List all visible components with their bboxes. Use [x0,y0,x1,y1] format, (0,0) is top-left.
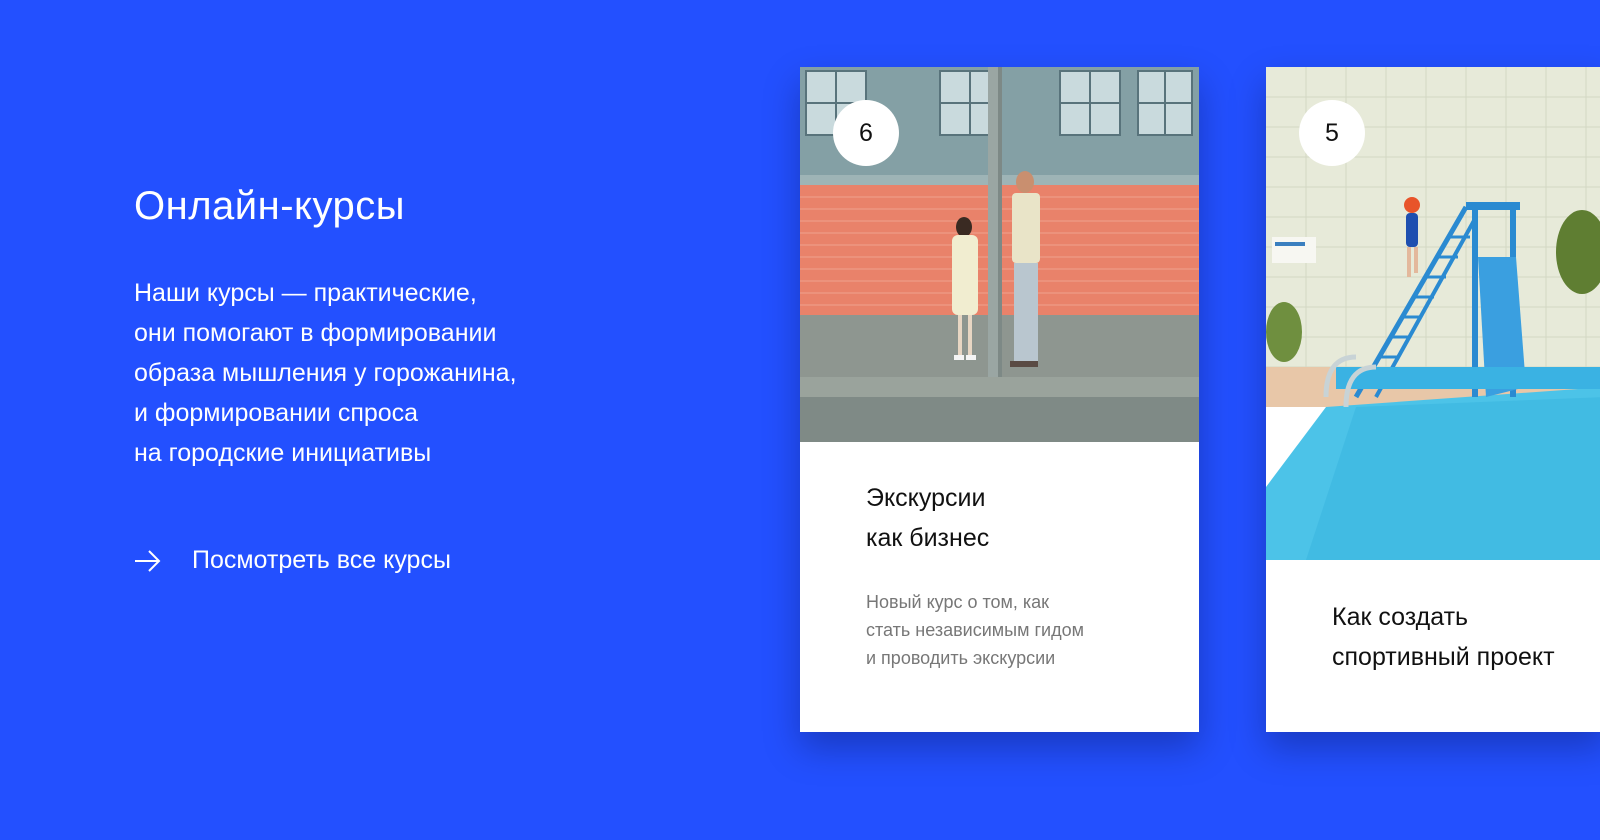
description-line: образа мышления у горожанина, [134,359,517,387]
section-title: Онлайн-курсы [134,184,406,228]
course-title-line: Как создать [1332,603,1469,631]
description-line: они помогают в формировании [134,319,497,347]
all-courses-link[interactable]: Посмотреть все курсы [134,546,451,575]
description-line: на городские инициативы [134,439,432,467]
course-card[interactable]: 6 Экскурсии как бизнес Новый курс о том,… [800,67,1199,732]
description-line: и формировании спроса [134,399,419,427]
course-title: Как создать спортивный проект [1332,597,1555,677]
course-description-line: Новый курс о том, как [866,592,1050,612]
course-title-line: как бизнес [866,524,990,552]
course-title-line: спортивный проект [1332,643,1555,671]
course-description-line: стать независимым гидом [866,620,1084,640]
course-card[interactable]: 5 Как создать спортивный проект [1266,67,1600,732]
course-description: Новый курс о том, как стать независимым … [866,588,1084,672]
section-description: Наши курсы — практические, они помогают … [134,273,654,473]
arrow-right-icon [134,549,162,573]
course-number-badge: 6 [833,100,899,166]
course-number-badge: 5 [1299,100,1365,166]
intro-section: Онлайн-курсы Наши курсы — практические, … [134,182,654,473]
course-title: Экскурсии как бизнес [866,478,989,558]
course-description-line: и проводить экскурсии [866,648,1056,668]
course-title-line: Экскурсии [866,484,986,512]
all-courses-label: Посмотреть все курсы [192,546,451,574]
description-line: Наши курсы — практические, [134,279,477,307]
